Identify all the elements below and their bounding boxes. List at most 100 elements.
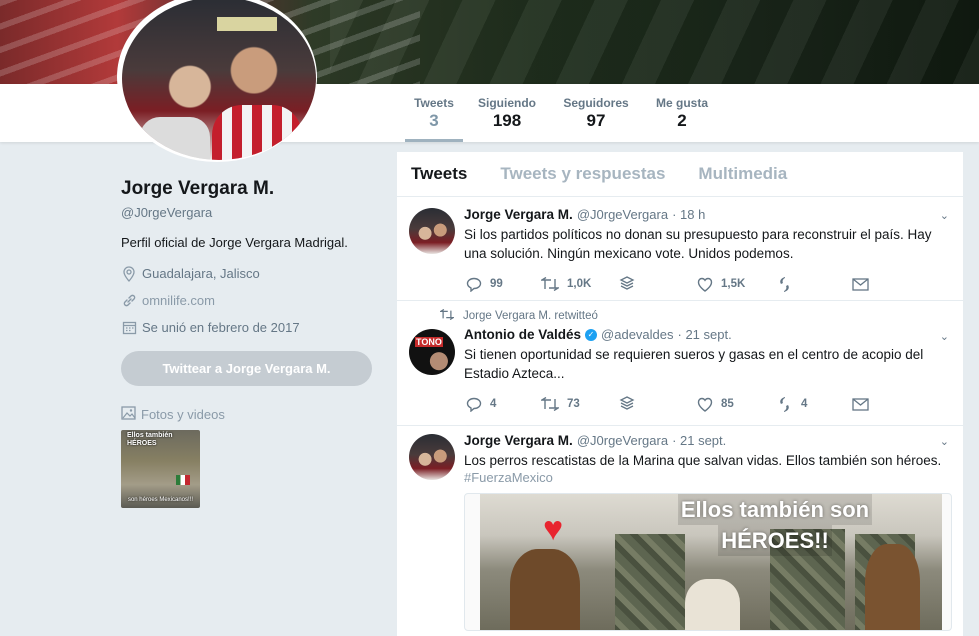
analytics-button[interactable] xyxy=(776,276,793,293)
avatar-sign xyxy=(217,17,277,31)
location-text: Guadalajara, Jalisco xyxy=(142,266,260,281)
tweet-text: Los perros rescatistas de la Marina que … xyxy=(464,453,942,468)
nav-likes[interactable]: Me gusta 2 xyxy=(652,84,712,142)
nav-followers-label: Seguidores xyxy=(563,96,629,110)
tweet-avatar[interactable]: TONO xyxy=(409,329,455,375)
nav-followers-count: 97 xyxy=(586,111,606,130)
profile-avatar[interactable] xyxy=(122,0,316,160)
link-icon xyxy=(121,293,137,309)
heart-icon xyxy=(697,277,713,292)
nav-following[interactable]: Siguiendo 198 xyxy=(474,84,540,142)
like-count: 1,5K xyxy=(721,278,746,290)
calendar-icon xyxy=(121,320,137,336)
heart-icon xyxy=(697,397,713,412)
tweet-media[interactable]: ♥ Ellos también son HÉROES!! xyxy=(464,493,952,631)
profile-handle[interactable]: @J0rgeVergara xyxy=(121,205,381,220)
tweet-actions: 99 1,0K 1,5K xyxy=(464,272,949,296)
reply-button[interactable]: 4 xyxy=(466,397,496,412)
tweet-author-name[interactable]: Jorge Vergara M. xyxy=(464,207,573,222)
analytics-button[interactable]: 4 xyxy=(776,396,807,413)
stack-button[interactable] xyxy=(619,276,635,292)
dog-figure xyxy=(685,579,740,630)
website-link[interactable]: omnilife.com xyxy=(142,293,215,308)
tweet[interactable]: Jorge Vergara M. retwitteó TONO ⌄ Antoni… xyxy=(397,301,963,426)
tweet-avatar[interactable] xyxy=(409,434,455,480)
retweet-note: Jorge Vergara M. retwitteó xyxy=(438,301,963,323)
tweet-to-button[interactable]: Twittear a Jorge Vergara M. xyxy=(121,351,372,386)
photos-videos-link[interactable]: Fotos y videos xyxy=(121,406,381,423)
avatar-person-1 xyxy=(140,117,210,160)
message-button[interactable] xyxy=(852,277,869,291)
avatar-person-2 xyxy=(212,105,302,160)
tweet-author-handle[interactable]: @adevaldes xyxy=(601,327,673,342)
nav-following-label: Siguiendo xyxy=(478,96,536,110)
avatar-logo-text: TONO xyxy=(415,337,443,347)
tweet-header: Antonio de Valdés ✓ @adevaldes · 21 sept… xyxy=(464,327,949,342)
tweet[interactable]: ⌄ Jorge Vergara M. @J0rgeVergara · 21 se… xyxy=(397,426,963,636)
nav-tweets-count: 3 xyxy=(429,111,439,130)
layers-icon xyxy=(619,396,635,410)
reply-button[interactable]: 99 xyxy=(466,277,503,292)
chevron-down-icon[interactable]: ⌄ xyxy=(940,435,949,448)
like-count: 85 xyxy=(721,398,734,410)
tweet-time[interactable]: · 18 h xyxy=(672,207,705,222)
chevron-down-icon[interactable]: ⌄ xyxy=(940,330,949,343)
photos-videos-label: Fotos y videos xyxy=(141,407,225,422)
profile-location: Guadalajara, Jalisco xyxy=(121,265,381,282)
heart-sticker-icon: ♥ xyxy=(543,510,564,548)
banner-field xyxy=(330,0,979,84)
tweet-author-name[interactable]: Jorge Vergara M. xyxy=(464,433,573,448)
retweet-icon xyxy=(438,308,456,323)
overlay-line-2: HÉROES!! xyxy=(718,525,832,556)
retweet-icon xyxy=(541,397,559,411)
tweet-time[interactable]: · 21 sept. xyxy=(672,433,726,448)
profile-website: omnilife.com xyxy=(121,293,381,308)
envelope-icon xyxy=(852,397,869,411)
tab-media[interactable]: Multimedia xyxy=(698,164,787,184)
timeline-tabs: Tweets Tweets y respuestas Multimedia xyxy=(397,152,963,197)
media-thumbnail[interactable]: Ellos también HÉROES son héroes Mexicanos… xyxy=(121,430,200,508)
joined-text: Se unió en febrero de 2017 xyxy=(142,320,300,335)
image-icon xyxy=(121,406,136,423)
retweet-count: 1,0K xyxy=(567,278,592,290)
tweet-author-handle[interactable]: @J0rgeVergara xyxy=(577,433,668,448)
retweet-note-text[interactable]: Jorge Vergara M. retwitteó xyxy=(463,310,598,322)
nav-tweets[interactable]: Tweets 3 xyxy=(405,84,463,142)
stack-button[interactable] xyxy=(619,396,635,412)
tweet[interactable]: ⌄ Jorge Vergara M. @J0rgeVergara · 18 h … xyxy=(397,197,963,301)
analytics-count: 4 xyxy=(801,398,808,410)
timeline: Tweets Tweets y respuestas Multimedia ⌄ … xyxy=(397,152,963,636)
retweet-button[interactable]: 73 xyxy=(541,397,580,411)
nav-followers[interactable]: Seguidores 97 xyxy=(561,84,631,142)
like-button[interactable]: 85 xyxy=(697,397,734,412)
tweet-header: Jorge Vergara M. @J0rgeVergara · 18 h xyxy=(464,207,949,222)
profile-bio: Perfil oficial de Jorge Vergara Madrigal… xyxy=(121,235,348,250)
location-pin-icon xyxy=(121,265,137,282)
retweet-button[interactable]: 1,0K xyxy=(541,277,591,291)
thumb-caption: son héroes Mexicanos!!! xyxy=(127,497,194,503)
message-button[interactable] xyxy=(852,397,869,411)
reply-icon xyxy=(466,397,482,412)
tweet-header: Jorge Vergara M. @J0rgeVergara · 21 sept… xyxy=(464,433,949,448)
envelope-icon xyxy=(852,277,869,291)
chevron-down-icon[interactable]: ⌄ xyxy=(940,209,949,222)
like-button[interactable]: 1,5K xyxy=(697,277,745,292)
profile-name[interactable]: Jorge Vergara M. xyxy=(121,178,381,200)
tab-tweets[interactable]: Tweets xyxy=(411,164,467,184)
tweet-avatar[interactable] xyxy=(409,208,455,254)
nav-likes-count: 2 xyxy=(677,111,687,130)
tweet-author-handle[interactable]: @J0rgeVergara xyxy=(577,207,668,222)
tab-tweets-replies[interactable]: Tweets y respuestas xyxy=(500,164,665,184)
nav-tweets-label: Tweets xyxy=(414,96,454,110)
hashtag-link[interactable]: #FuerzaMexico xyxy=(464,470,949,485)
reply-icon xyxy=(466,277,482,292)
reply-count: 4 xyxy=(490,398,497,410)
s-logo-icon xyxy=(780,396,789,412)
s-logo-icon xyxy=(780,276,789,292)
tweet-image: ♥ Ellos también son HÉROES!! xyxy=(480,494,942,630)
dog-figure xyxy=(510,549,580,630)
dog-figure xyxy=(865,544,920,630)
tweet-time[interactable]: · 21 sept. xyxy=(678,327,732,342)
nav-likes-label: Me gusta xyxy=(655,96,708,110)
tweet-author-name[interactable]: Antonio de Valdés xyxy=(464,327,581,342)
